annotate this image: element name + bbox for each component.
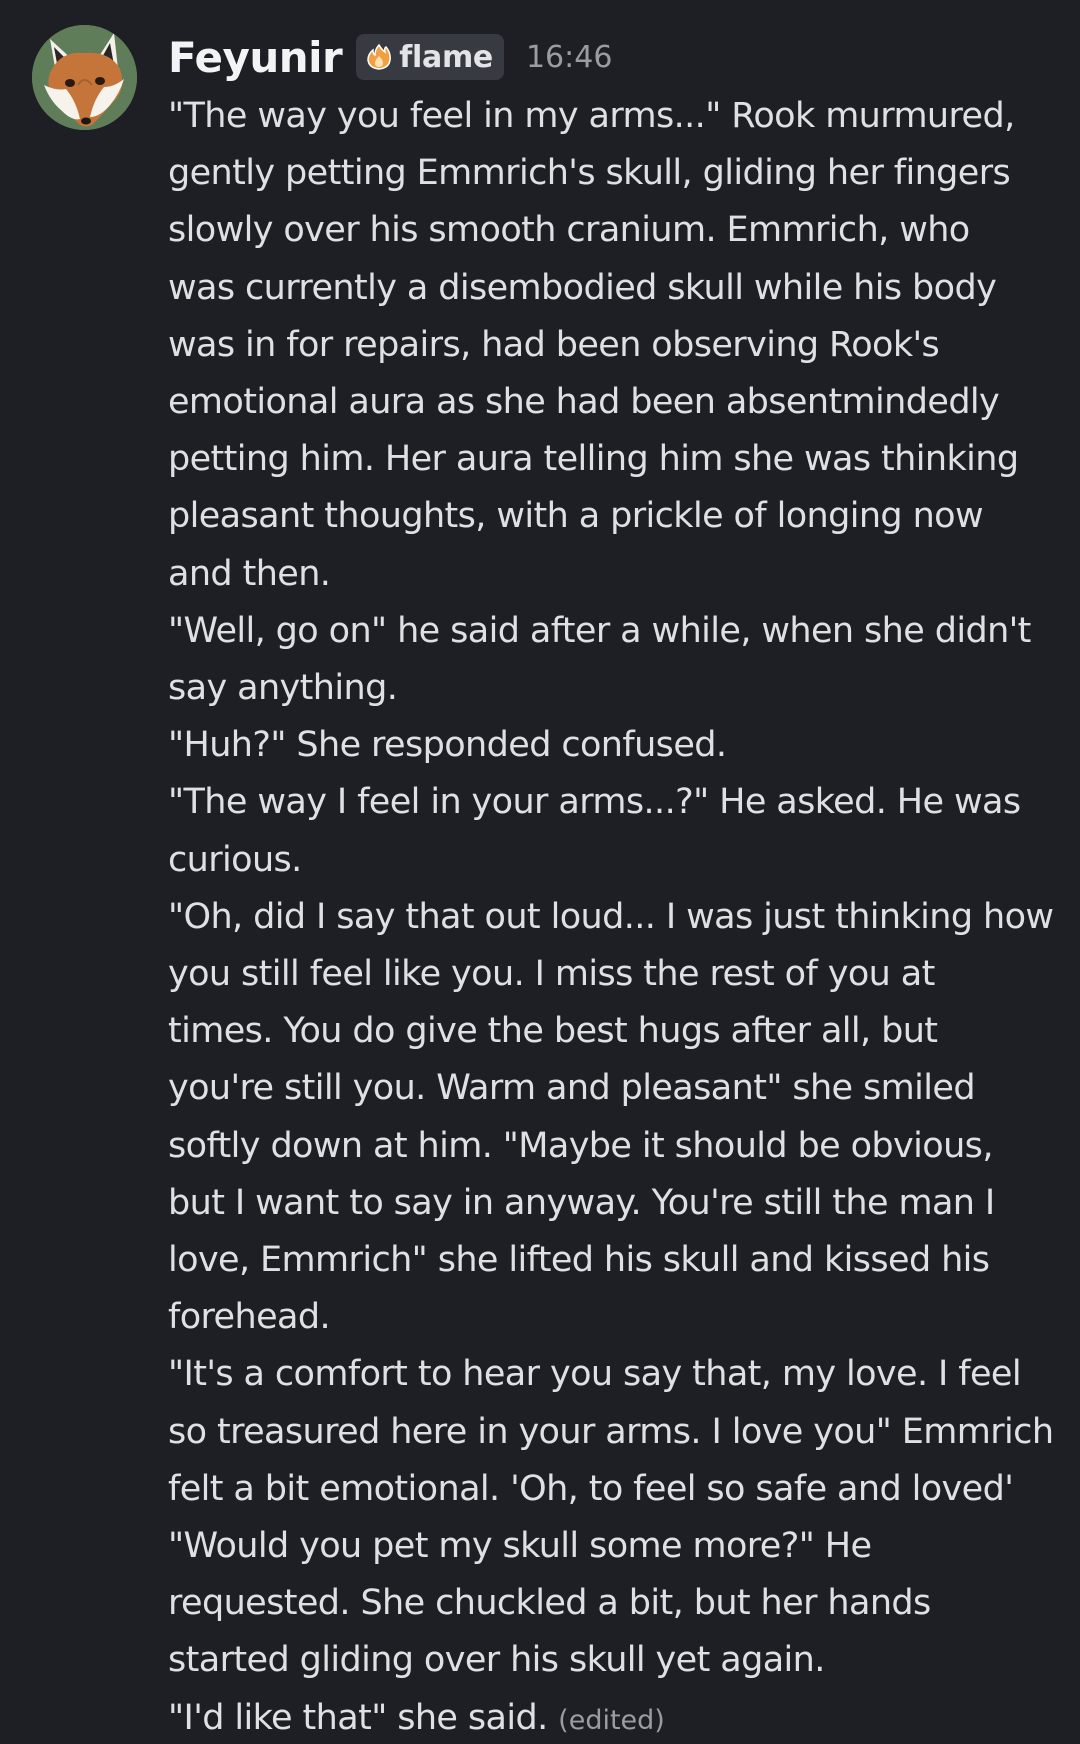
message-line: you still feel like you. I miss the rest… [168, 954, 935, 995]
message-line: gently petting Emmrich's skull, gliding … [168, 153, 1011, 194]
flame-icon [367, 43, 392, 70]
message-line: petting him. Her aura telling him she wa… [168, 439, 1019, 480]
message-line: emotional aura as she had been absentmin… [168, 382, 1000, 423]
server-tag[interactable]: flame [356, 34, 504, 80]
message-line: "The way I feel in your arms...?" He ask… [168, 782, 1021, 823]
user-avatar[interactable] [32, 25, 137, 130]
message-line: started gliding over his skull yet again… [168, 1640, 825, 1681]
message-line: and then. [168, 553, 331, 594]
message-line: "Would you pet my skull some more?" He [168, 1526, 872, 1567]
message-line: "It's a comfort to hear you say that, my… [168, 1354, 1022, 1395]
username[interactable]: Feyunir [168, 33, 343, 82]
message-line: pleasant thoughts, with a prickle of lon… [168, 496, 984, 537]
fox-avatar-icon [32, 25, 137, 130]
message-content: "The way you feel in my arms..." Rook mu… [168, 88, 1068, 1744]
message-line: slowly over his smooth cranium. Emmrich,… [168, 210, 970, 251]
message-line: say anything. [168, 668, 398, 709]
message-line: you're still you. Warm and pleasant" she… [168, 1068, 976, 1109]
message-header: Feyunir flame 16:46 [168, 26, 612, 88]
chat-message: Feyunir flame 16:46 "The way you feel in… [0, 0, 1080, 1744]
server-tag-label: flame [399, 39, 493, 75]
message-line: forehead. [168, 1297, 331, 1338]
message-line: requested. She chuckled a bit, but her h… [168, 1583, 931, 1624]
message-line-last: "I'd like that" she said. (edited) [168, 1690, 1068, 1744]
message-line: so treasured here in your arms. I love y… [168, 1411, 1054, 1452]
message-line: was currently a disembodied skull while … [168, 267, 997, 308]
message-line: love, Emmrich" she lifted his skull and … [168, 1240, 990, 1281]
message-line: "Huh?" She responded confused. [168, 725, 727, 766]
message-line: felt a bit emotional. 'Oh, to feel so sa… [168, 1468, 1014, 1509]
message-line: was in for repairs, had been observing R… [168, 324, 940, 365]
edited-label: (edited) [558, 1704, 665, 1736]
message-line: times. You do give the best hugs after a… [168, 1011, 938, 1052]
message-line: "I'd like that" she said. [168, 1697, 548, 1738]
message-line: "Oh, did I say that out loud... I was ju… [168, 896, 1054, 937]
message-timestamp[interactable]: 16:46 [526, 40, 612, 75]
message-line: but I want to say in anyway. You're stil… [168, 1182, 995, 1223]
message-line: curious. [168, 839, 302, 880]
message-line: "Well, go on" he said after a while, whe… [168, 610, 1031, 651]
message-line: "The way you feel in my arms..." Rook mu… [168, 96, 1015, 136]
message-line: softly down at him. "Maybe it should be … [168, 1125, 993, 1166]
